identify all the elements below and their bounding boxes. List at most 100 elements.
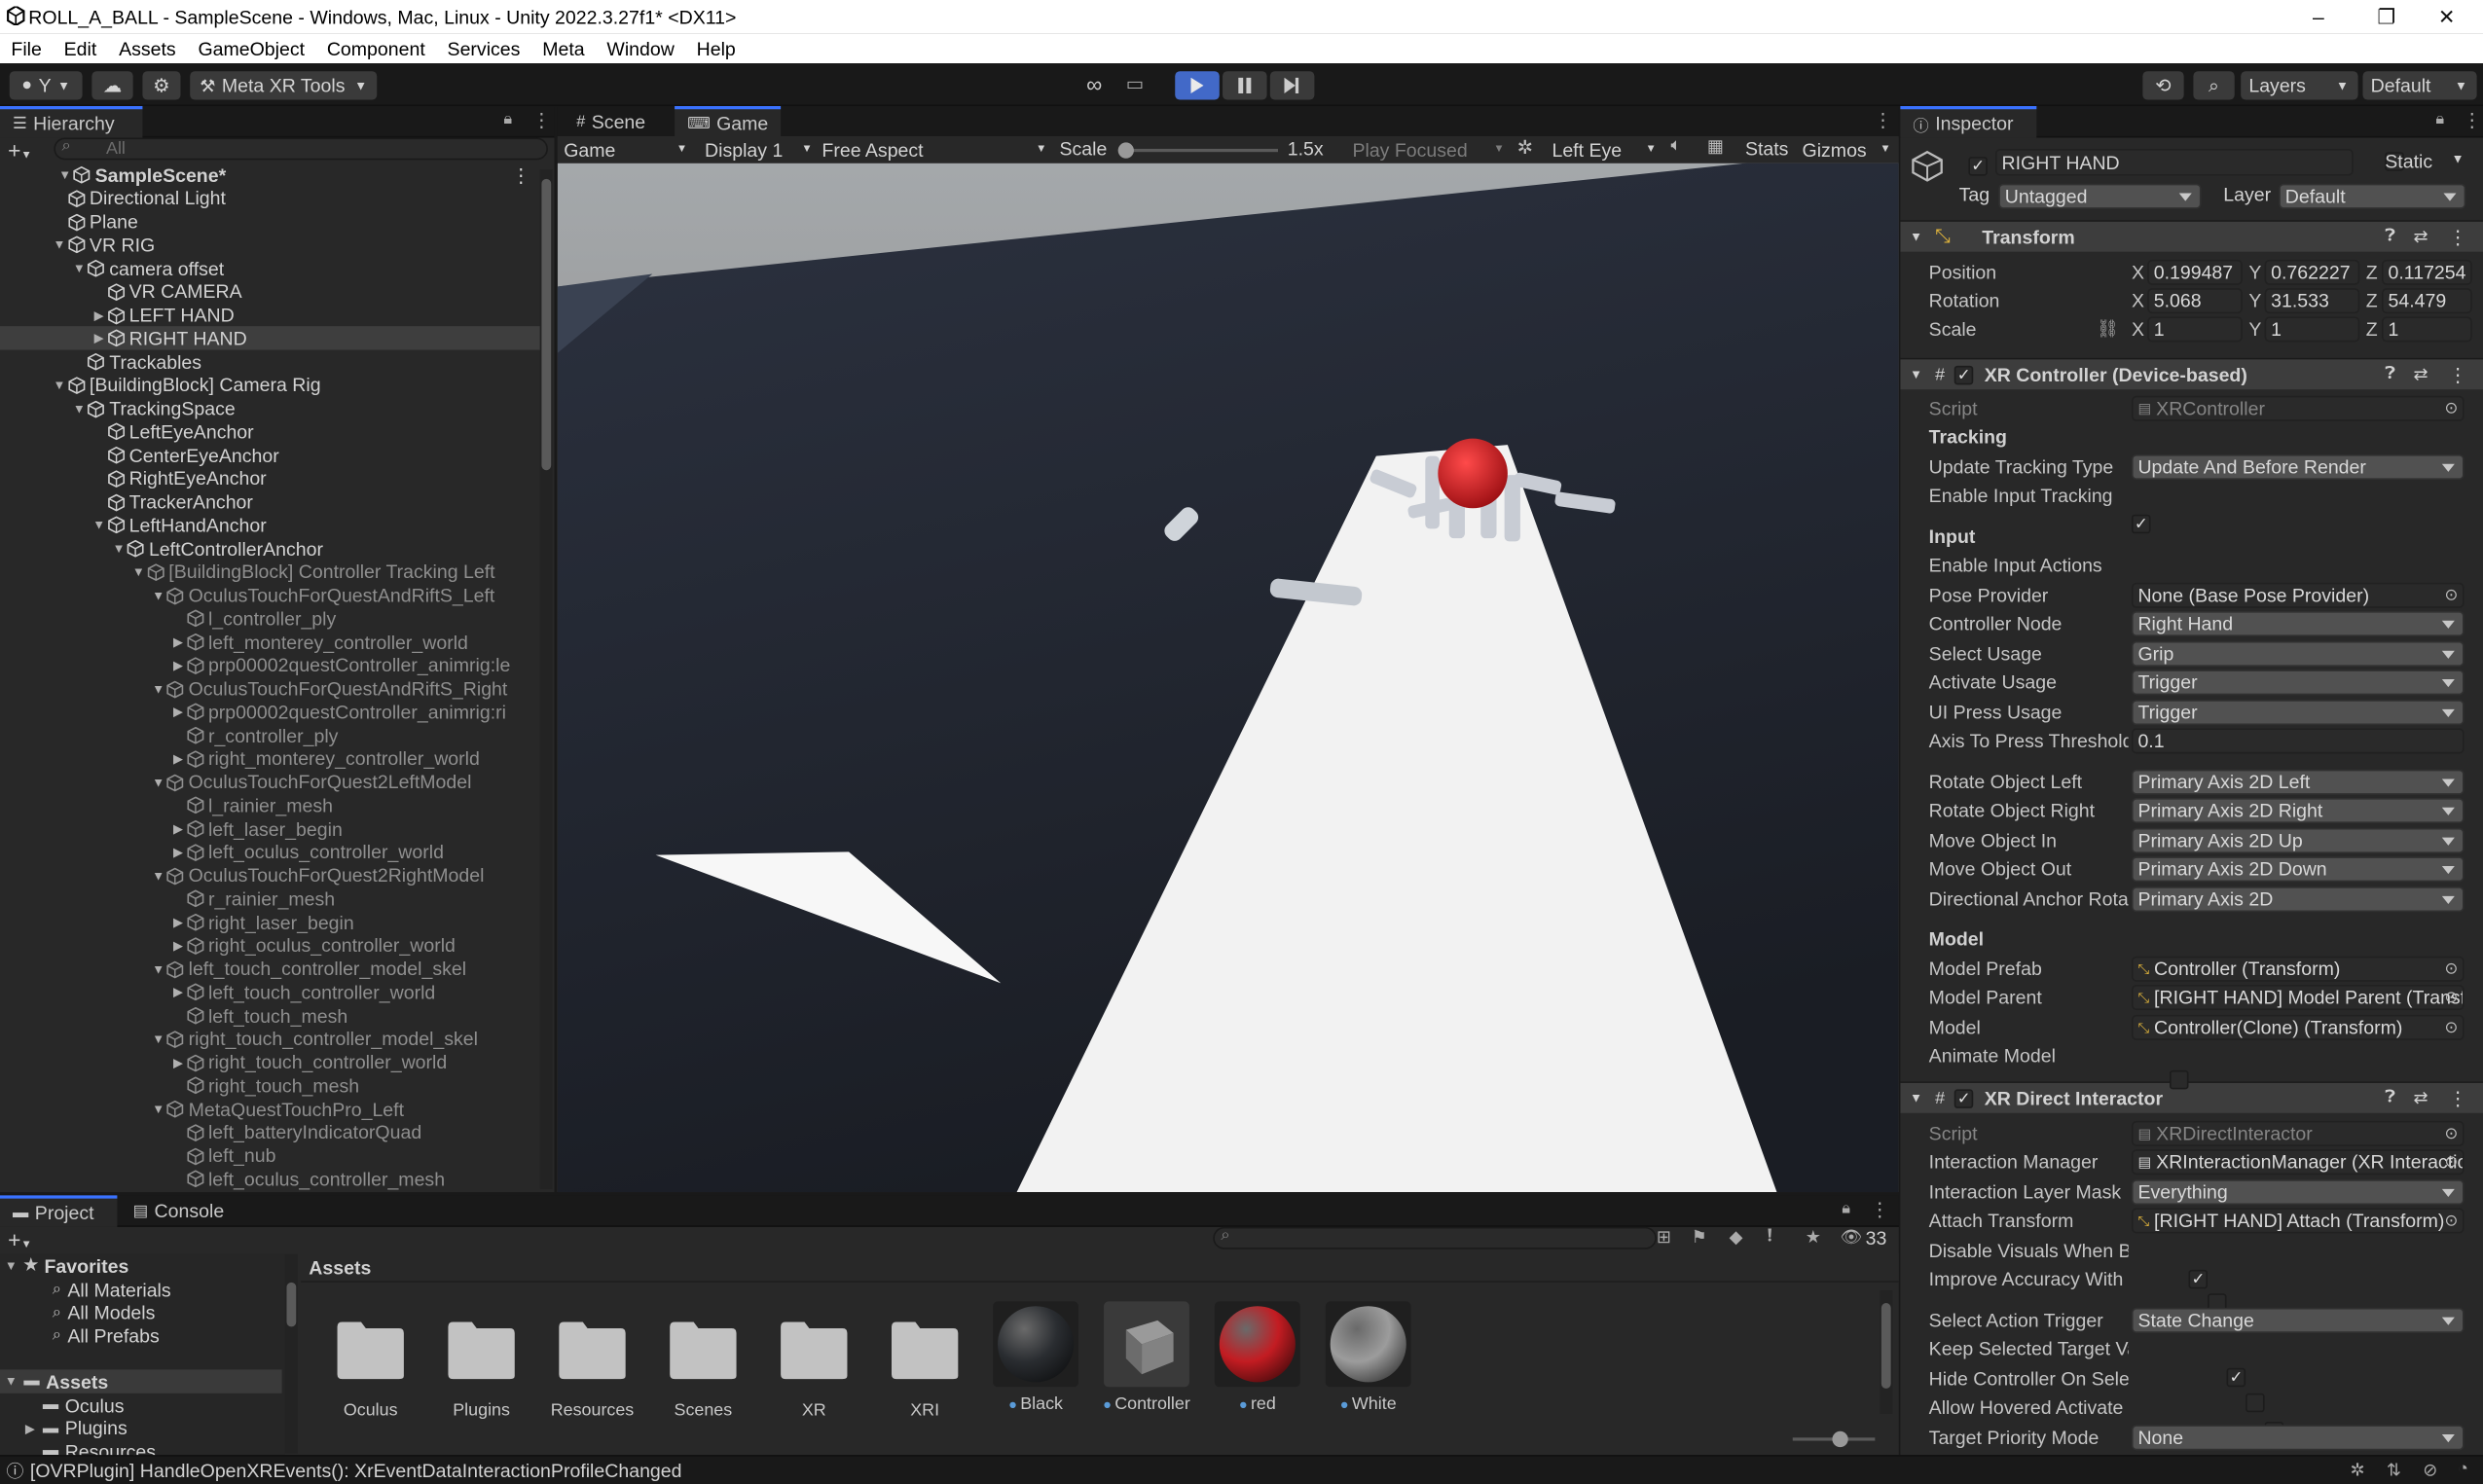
xr-direct-interactor-header[interactable]: ▼ # ✓ XR Direct Interactor ❓︎ ⇄ ⋮ (1900, 1081, 2483, 1113)
create-button[interactable]: +▼ (8, 1227, 32, 1252)
project-tree-item[interactable]: ⌕ All Models (0, 1301, 282, 1324)
warning-icon[interactable]: ❗︎ (1768, 1227, 1772, 1248)
foldout-open-icon[interactable]: ▼ (71, 261, 87, 275)
hierarchy-item[interactable]: l_controller_ply (0, 607, 540, 631)
position-z-field[interactable]: 0.117254 (2382, 259, 2472, 285)
hierarchy-item[interactable]: Trackables (0, 350, 540, 374)
breadcrumb[interactable]: Assets (309, 1257, 371, 1280)
object-picker-icon[interactable]: ⊙ (2444, 960, 2458, 978)
hierarchy-item[interactable]: ▼ LeftControllerAnchor (0, 537, 540, 561)
menu-edit[interactable]: Edit (53, 37, 107, 59)
foldout-closed-icon[interactable]: ▶ (91, 331, 107, 345)
foldout-open-icon[interactable]: ▼ (151, 868, 166, 883)
foldout-open-icon[interactable]: ▼ (111, 541, 127, 556)
more-menu-icon[interactable]: ⋮ (1870, 1199, 1889, 1221)
foldout-closed-icon[interactable]: ▶ (170, 845, 186, 859)
minimize-button[interactable]: – (2282, 0, 2355, 33)
foldout-closed-icon[interactable]: ▶ (170, 705, 186, 719)
move-object-out-dropdown[interactable]: Primary Axis 2D Down (2131, 856, 2465, 883)
enable-input-tracking-checkbox[interactable]: ✓ (2131, 514, 2151, 534)
hierarchy-item[interactable]: ▶ left_monterey_controller_world (0, 631, 540, 654)
asset-item[interactable]: Scenes (651, 1301, 755, 1420)
layout-dropdown[interactable]: Default ▼ (2362, 71, 2477, 100)
rotation-y-field[interactable]: 31.533 (2264, 288, 2360, 314)
directional-anchor-rotation-dropdown[interactable]: Primary Axis 2D (2131, 887, 2465, 913)
hidden-packages-icon[interactable]: 👁︎ (1841, 1227, 1863, 1249)
object-picker-icon[interactable]: ⊙ (2444, 400, 2458, 417)
help-icon[interactable]: ❓︎ (2385, 227, 2395, 247)
hierarchy-item[interactable]: VR CAMERA (0, 280, 540, 304)
position-y-field[interactable]: 0.762227 (2264, 259, 2360, 285)
asset-item[interactable]: Resources (540, 1301, 644, 1420)
zoom-slider-thumb[interactable] (1832, 1430, 1848, 1448)
project-search[interactable]: ⌕ (1213, 1226, 1657, 1249)
foldout-open-icon[interactable]: ▼ (3, 1374, 18, 1389)
hierarchy-item[interactable]: ▼ OculusTouchForQuest2LeftModel (0, 771, 540, 794)
foldout-open-icon[interactable]: ▼ (151, 681, 166, 696)
search-by-type-icon[interactable]: ⊞ (1657, 1227, 1671, 1249)
rotation-z-field[interactable]: 54.479 (2382, 288, 2472, 314)
tab-hierarchy[interactable]: ☰ Hierarchy (0, 106, 143, 138)
step-button[interactable] (1269, 71, 1315, 100)
foldout-open-icon[interactable]: ▼ (151, 588, 166, 602)
xr-direct-enabled-checkbox[interactable]: ✓ (1954, 1088, 1974, 1108)
hierarchy-item[interactable]: ▶ RIGHT HAND (0, 326, 540, 350)
asset-item[interactable]: Plugins (429, 1301, 533, 1420)
foldout-open-icon[interactable]: ▼ (71, 401, 87, 416)
more-menu-icon[interactable]: ⋮ (2448, 363, 2467, 385)
menu-assets[interactable]: Assets (108, 37, 187, 59)
active-checkbox[interactable]: ✓ (1968, 157, 1988, 176)
eye-dropdown[interactable]: Left Eye ▼ (1552, 136, 1656, 163)
history-button[interactable]: ⟲ (2142, 71, 2184, 100)
display-dropdown[interactable]: Display 1 ▼ (705, 136, 813, 163)
attach-transform-field[interactable]: ⤡ [RIGHT HAND] Attach (Transform) ⊙ (2131, 1208, 2465, 1234)
menu-help[interactable]: Help (685, 37, 747, 59)
scrollbar-thumb[interactable] (286, 1282, 297, 1327)
account-dropdown[interactable]: ● Y ▼ (9, 71, 83, 100)
scale-slider-thumb[interactable] (1117, 142, 1134, 159)
meta-xr-tools-dropdown[interactable]: ⚒ Meta XR Tools ▼ (190, 71, 378, 100)
project-tree-item[interactable]: ▼ ▬ Assets (0, 1369, 282, 1394)
project-tree-item[interactable]: ⌕ All Materials (0, 1278, 282, 1301)
hierarchy-item[interactable]: r_controller_ply (0, 724, 540, 747)
tab-inspector[interactable]: ⓘ Inspector (1900, 106, 2037, 138)
layers-dropdown[interactable]: Layers ▼ (2241, 71, 2358, 100)
hierarchy-item[interactable]: ▼ [BuildingBlock] Camera Rig (0, 374, 540, 397)
hierarchy-item[interactable]: right_touch_mesh (0, 1074, 540, 1098)
tab-game[interactable]: ⌨ Game (675, 106, 782, 138)
project-tree-item[interactable]: ⌕ All Prefabs (0, 1324, 282, 1348)
gizmos-dropdown[interactable]: Gizmos ▼ (1803, 136, 1894, 163)
scale-slider[interactable] (1117, 142, 1278, 159)
bug-icon[interactable]: ✲ (1517, 136, 1533, 159)
create-button[interactable]: +▼ (8, 138, 32, 163)
more-menu-icon[interactable]: ⋮ (2463, 109, 2482, 131)
rotation-x-field[interactable]: 5.068 (2147, 288, 2243, 314)
tab-project[interactable]: ▬ Project (0, 1195, 118, 1227)
play-focused-dropdown[interactable]: Play Focused ▼ (1352, 136, 1504, 163)
foldout-open-icon[interactable]: ▼ (3, 1258, 18, 1273)
menu-file[interactable]: File (0, 37, 53, 59)
hierarchy-item[interactable]: Directional Light (0, 187, 540, 210)
asset-item[interactable]: ● Black (983, 1301, 1087, 1414)
pose-provider-field[interactable]: None (Base Pose Provider) ⊙ (2131, 582, 2465, 608)
label-icon[interactable]: ◆ (1730, 1227, 1743, 1249)
foldout-open-icon[interactable]: ▼ (151, 1032, 166, 1046)
game-viewport[interactable] (557, 163, 1899, 1193)
hierarchy-item[interactable]: ▶ left_touch_controller_world (0, 981, 540, 1004)
more-menu-icon[interactable]: ⋮ (2448, 226, 2467, 248)
more-menu-icon[interactable]: ⋮ (512, 163, 531, 186)
help-icon[interactable]: ❓︎ (2385, 1088, 2395, 1108)
foldout-closed-icon[interactable]: ▶ (170, 658, 186, 672)
hierarchy-item[interactable]: l_rainier_mesh (0, 794, 540, 817)
star-icon[interactable]: ★ (1806, 1227, 1821, 1249)
foldout-closed-icon[interactable]: ▶ (170, 938, 186, 953)
hierarchy-item[interactable]: ▶ LEFT HAND (0, 304, 540, 327)
foldout-open-icon[interactable]: ▼ (57, 167, 73, 182)
axis-press-threshold-field[interactable]: 0.1 (2131, 728, 2465, 754)
xr-controller-header[interactable]: ▼ # ✓ XR Controller (Device-based) ❓︎ ⇄ … (1900, 357, 2483, 390)
more-menu-icon[interactable]: ⋮ (2448, 1087, 2467, 1109)
hierarchy-item[interactable]: ▶ right_oculus_controller_world (0, 934, 540, 958)
settings-button[interactable]: ⚙ (142, 71, 181, 100)
foldout-open-icon[interactable]: ▼ (52, 378, 67, 392)
hide-controller-on-select-checkbox[interactable] (2246, 1393, 2265, 1413)
